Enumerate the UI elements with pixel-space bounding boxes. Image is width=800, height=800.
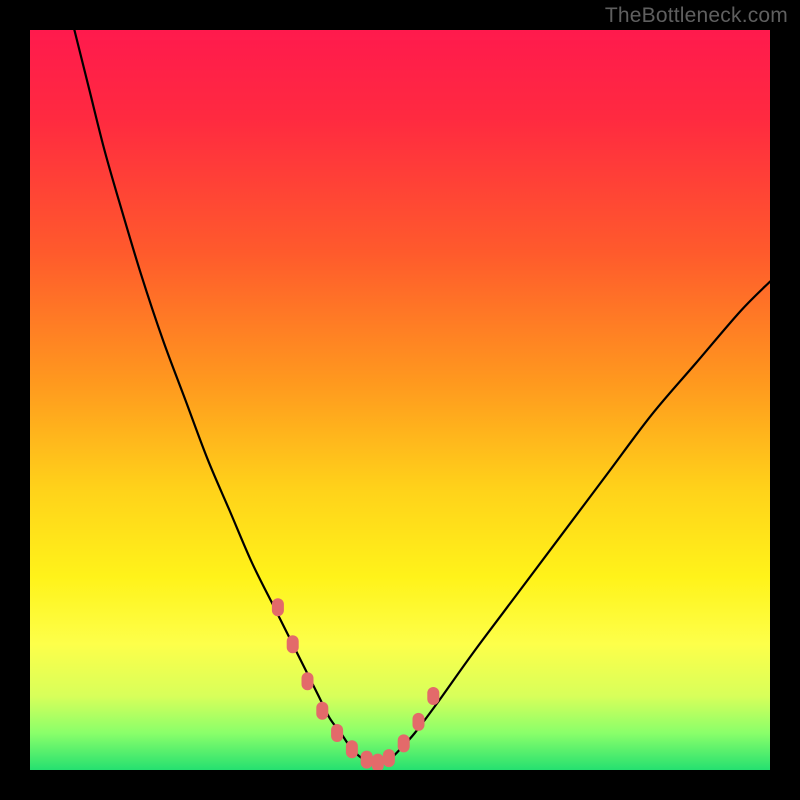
- marker-point: [302, 672, 314, 690]
- bottleneck-chart: [30, 30, 770, 770]
- gradient-background: [30, 30, 770, 770]
- marker-point: [272, 598, 284, 616]
- marker-point: [331, 724, 343, 742]
- marker-point: [346, 740, 358, 758]
- marker-point: [383, 749, 395, 767]
- marker-point: [287, 635, 299, 653]
- watermark-text: TheBottleneck.com: [605, 4, 788, 28]
- marker-point: [427, 687, 439, 705]
- plot-area: [30, 30, 770, 770]
- marker-point: [413, 713, 425, 731]
- marker-point: [316, 702, 328, 720]
- marker-point: [398, 734, 410, 752]
- marker-point: [361, 751, 373, 769]
- marker-point: [372, 754, 384, 770]
- chart-frame: TheBottleneck.com: [0, 0, 800, 800]
